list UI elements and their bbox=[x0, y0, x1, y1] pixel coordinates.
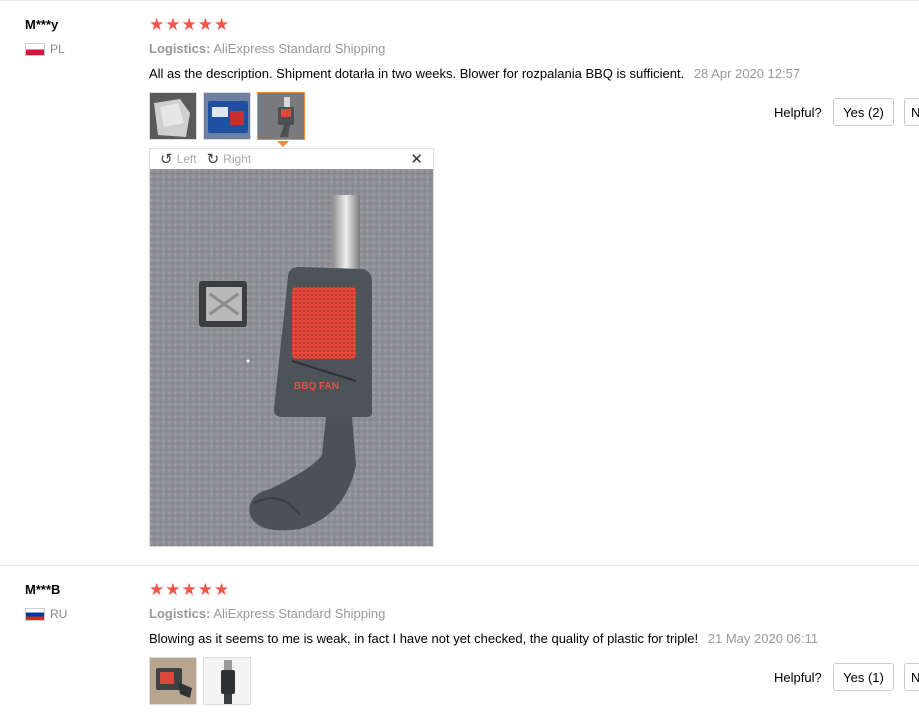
selected-photo-indicator bbox=[277, 141, 289, 147]
helpful-label: Helpful? bbox=[774, 670, 822, 685]
reviewer-name: M***B bbox=[25, 582, 61, 597]
helpful-no-button[interactable]: N bbox=[904, 663, 919, 691]
review-item: M***B RU ★★★★★ Logistics: AliExpress Sta… bbox=[0, 565, 919, 721]
rotate-left-icon: ↺ bbox=[160, 151, 173, 168]
poland-flag-icon bbox=[25, 42, 45, 56]
review-photo-thumbnail[interactable] bbox=[149, 92, 197, 140]
helpful-yes-button[interactable]: Yes (2) bbox=[833, 98, 894, 126]
logistics-label: Logistics: bbox=[149, 606, 211, 621]
star-rating: ★★★★★ bbox=[149, 580, 231, 599]
helpful-label: Helpful? bbox=[774, 105, 822, 120]
review-item: M***y PL ★★★★★ Logistics: AliExpress Sta… bbox=[0, 0, 919, 566]
helpful-yes-button[interactable]: Yes (1) bbox=[833, 663, 894, 691]
rotate-left-button[interactable]: ↺ Left bbox=[160, 150, 197, 168]
rotate-left-label: Left bbox=[176, 152, 197, 166]
svg-text:BBQ FAN: BBQ FAN bbox=[294, 381, 339, 392]
review-photo-thumbnail-selected[interactable] bbox=[257, 92, 305, 140]
russia-flag-icon bbox=[25, 607, 45, 621]
review-photos bbox=[149, 657, 251, 705]
photo-viewer: ↺ Left ↻ Right ✕ BBQ FAN bbox=[149, 148, 434, 547]
review-photo-large: BBQ FAN bbox=[150, 169, 433, 546]
review-photo-thumbnail[interactable] bbox=[203, 92, 251, 140]
logistics-value: AliExpress Standard Shipping bbox=[213, 41, 386, 56]
review-comment: Blowing as it seems to me is weak, in fa… bbox=[149, 631, 818, 646]
review-photo-thumbnail[interactable] bbox=[149, 657, 197, 705]
country-code: RU bbox=[50, 607, 68, 621]
reviewer-name: M***y bbox=[25, 17, 59, 32]
review-photo-thumbnail[interactable] bbox=[203, 657, 251, 705]
country-code: PL bbox=[50, 42, 65, 56]
review-date: 28 Apr 2020 12:57 bbox=[693, 66, 801, 81]
star-rating: ★★★★★ bbox=[149, 15, 231, 34]
comment-text: All as the description. Shipment dotarła… bbox=[149, 66, 685, 81]
helpful-no-button[interactable]: N bbox=[904, 98, 919, 126]
review-date: 21 May 2020 06:11 bbox=[707, 631, 819, 646]
photo-viewer-toolbar: ↺ Left ↻ Right ✕ bbox=[150, 149, 433, 169]
rotate-right-label: Right bbox=[223, 152, 252, 166]
comment-text: Blowing as it seems to me is weak, in fa… bbox=[149, 631, 699, 646]
review-photos bbox=[149, 92, 305, 140]
logistics-value: AliExpress Standard Shipping bbox=[213, 606, 386, 621]
reviewer-country: PL bbox=[25, 42, 65, 56]
review-comment: All as the description. Shipment dotarła… bbox=[149, 66, 800, 81]
rotate-right-button[interactable]: ↻ Right bbox=[207, 150, 252, 168]
close-icon[interactable]: ✕ bbox=[410, 150, 423, 168]
reviewer-country: RU bbox=[25, 607, 67, 621]
logistics-label: Logistics: bbox=[149, 41, 211, 56]
logistics-info: Logistics: AliExpress Standard Shipping bbox=[149, 41, 385, 56]
rotate-right-icon: ↻ bbox=[206, 151, 220, 168]
logistics-info: Logistics: AliExpress Standard Shipping bbox=[149, 606, 385, 621]
